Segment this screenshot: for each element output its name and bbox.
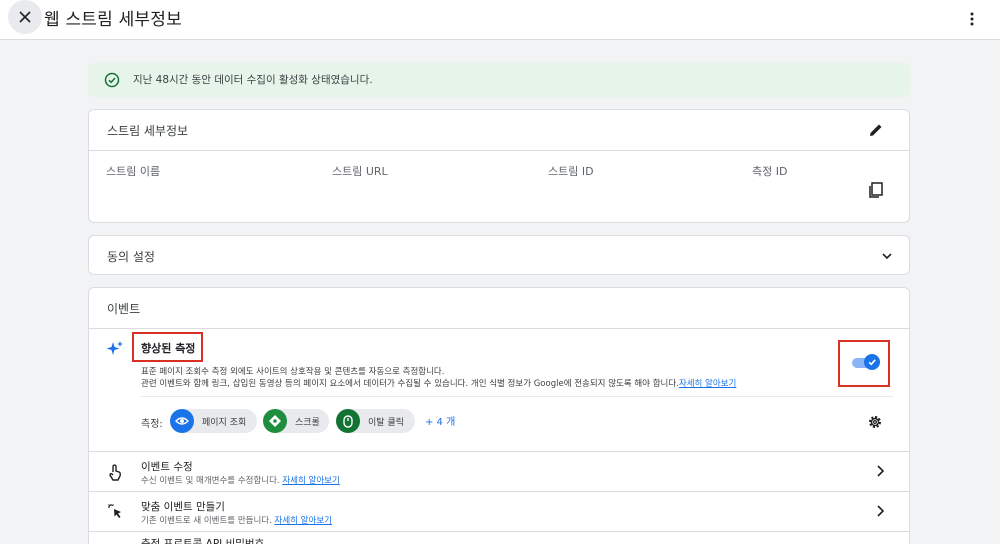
row-title: 이벤트 수정: [141, 461, 193, 473]
enhanced-measurement-desc: 표준 페이지 조회수 측정 외에도 사이트의 상호작용 및 콘텐츠를 자동으로 …: [141, 367, 445, 377]
subtitle-text: 수신 이벤트 및 매개변수를 수정합니다.: [141, 476, 280, 486]
enhanced-measurement-toggle[interactable]: [852, 354, 880, 370]
events-card: 이벤트 향상된 측정 표준 페이지 조회수 측정 외에도 사이트의 상호작용 및…: [88, 287, 910, 544]
create-custom-event-row[interactable]: 맞춤 이벤트 만들기 기존 이벤트로 새 이벤트를 만듭니다. 자세히 알아보기: [89, 491, 909, 531]
row-subtitle: 기존 이벤트로 새 이벤트를 만듭니다. 자세히 알아보기: [141, 514, 332, 526]
gear-icon[interactable]: [867, 414, 883, 430]
more-chips-link[interactable]: + 4 개: [425, 413, 455, 428]
chip-page-view: 페이지 조회: [170, 409, 257, 433]
more-vert-icon: [970, 12, 974, 26]
copy-icon: [869, 182, 883, 198]
chevron-right-icon: [877, 465, 885, 477]
divider: [89, 328, 909, 329]
row-subtitle: 수신 이벤트 및 매개변수를 수정합니다. 자세히 알아보기: [141, 474, 340, 486]
divider: [89, 150, 909, 151]
measurement-id-label: 측정 ID: [752, 165, 788, 178]
mouse-icon: [336, 409, 360, 433]
chevron-down-icon[interactable]: [881, 250, 893, 262]
copy-button[interactable]: [867, 181, 885, 199]
learn-more-link[interactable]: 자세히 알아보기: [275, 516, 332, 526]
more-options-button[interactable]: [962, 8, 982, 30]
banner-text: 지난 48시간 동안 데이터 수집이 활성화 상태였습니다.: [133, 74, 373, 86]
close-icon: [19, 11, 31, 23]
chip-label: 이탈 클릭: [368, 418, 404, 428]
learn-more-link[interactable]: 자세히 알아보기: [282, 476, 339, 486]
top-bar: 웹 스트림 세부정보: [0, 0, 1000, 40]
eye-icon: [170, 409, 194, 433]
close-button[interactable]: [8, 0, 42, 34]
chip-scroll: 스크롤: [263, 409, 329, 433]
chip-label: 스크롤: [295, 418, 320, 428]
check-circle-icon: [104, 72, 120, 88]
events-title: 이벤트: [107, 302, 141, 316]
subtitle-text: 기존 이벤트로 새 이벤트를 만듭니다.: [141, 516, 272, 526]
chip-label: 페이지 조회: [202, 418, 247, 428]
chevron-right-icon: [877, 505, 885, 517]
stream-id-label: 스트림 ID: [548, 165, 594, 178]
chip-outbound-click: 이탈 클릭: [336, 409, 415, 433]
touch-icon: [109, 464, 122, 481]
modify-events-row[interactable]: 이벤트 수정 수신 이벤트 및 매개변수를 수정합니다. 자세히 알아보기: [89, 451, 909, 491]
toggle-thumb: [864, 354, 880, 370]
row-title: 맞춤 이벤트 만들기: [141, 501, 225, 513]
edit-button[interactable]: [867, 121, 885, 139]
measure-label: 측정:: [141, 419, 163, 430]
page-title: 웹 스트림 세부정보: [44, 10, 182, 30]
crosshair-icon: [263, 409, 287, 433]
consent-settings-title: 동의 설정: [107, 250, 155, 264]
stream-name-label: 스트림 이름: [106, 165, 161, 178]
stream-url-label: 스트림 URL: [332, 165, 388, 178]
desc-text: 관련 이벤트와 함께 링크, 삽입된 동영상 등의 페이지 요소에서 데이터가 …: [141, 379, 679, 389]
status-banner: 지난 48시간 동안 데이터 수집이 활성화 상태였습니다.: [88, 63, 910, 97]
stream-details-title: 스트림 세부정보: [107, 124, 189, 138]
pencil-icon: [870, 124, 882, 136]
enhanced-measurement-desc2: 관련 이벤트와 함께 링크, 삽입된 동영상 등의 페이지 요소에서 데이터가 …: [141, 377, 736, 389]
divider: [141, 396, 893, 397]
consent-settings-card[interactable]: 동의 설정: [88, 235, 910, 275]
click-cursor-icon: [108, 504, 121, 518]
enhanced-measurement-title: 향상된 측정: [141, 342, 196, 355]
learn-more-link[interactable]: 자세히 알아보기: [679, 379, 736, 389]
sparkle-icon: [106, 341, 123, 355]
stream-details-card: 스트림 세부정보 스트림 이름 스트림 URL 스트림 ID 측정 ID: [88, 109, 910, 223]
row-title: 측정 프로토콜 API 비밀번호: [141, 538, 265, 544]
check-icon: [868, 359, 876, 366]
